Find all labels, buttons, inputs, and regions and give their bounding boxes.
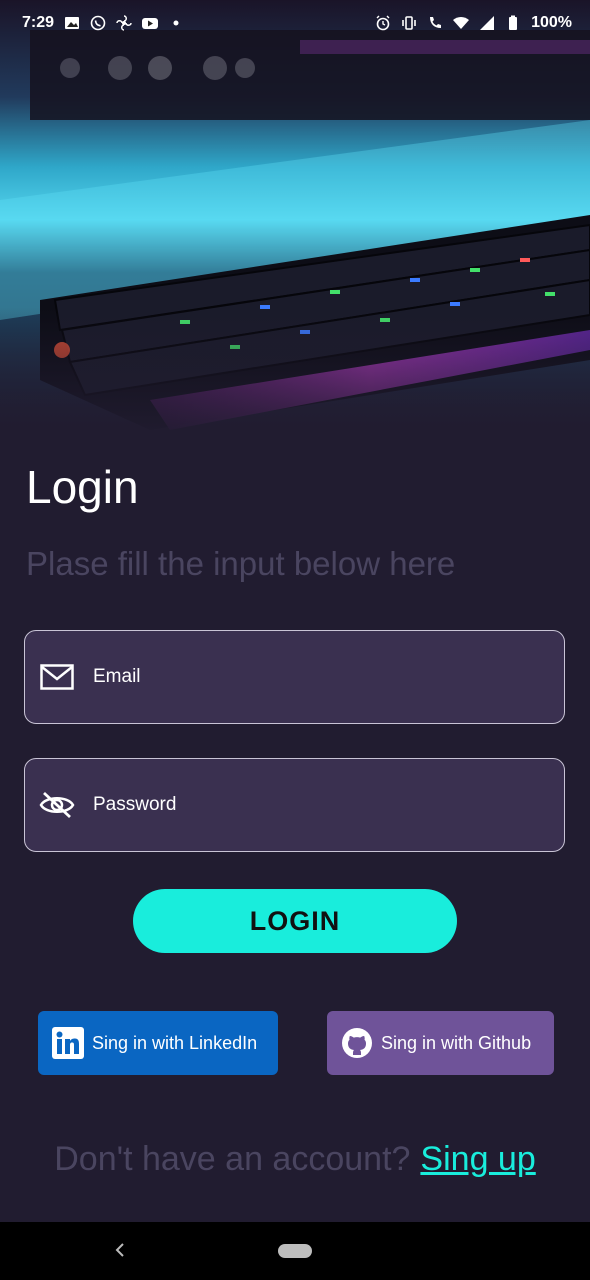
battery-icon	[505, 15, 521, 31]
github-signin-button[interactable]: Sing in with Github	[327, 1011, 554, 1075]
login-screen: 7:29 100% Login Plase fill the input bel…	[0, 0, 590, 1280]
github-signin-label: Sing in with Github	[381, 1032, 532, 1053]
hero-keyboard-image	[0, 0, 590, 440]
signal-icon	[479, 15, 495, 31]
alarm-icon	[375, 15, 391, 31]
github-icon	[341, 1027, 373, 1059]
signup-link[interactable]: Sing up	[420, 1140, 535, 1178]
status-time: 7:29	[22, 14, 55, 31]
image-icon	[64, 15, 80, 31]
dot-icon	[168, 15, 184, 31]
signup-question: Don't have an account?	[54, 1140, 411, 1178]
vibrate-icon	[401, 15, 417, 31]
password-input[interactable]	[91, 793, 515, 817]
fan-icon	[116, 15, 132, 31]
navigation-bar	[0, 1222, 590, 1280]
status-bar: 7:29 100%	[0, 0, 590, 46]
signup-row: Don't have an account? Sing up	[0, 1140, 590, 1179]
linkedin-signin-button[interactable]: Sing in with LinkedIn	[38, 1011, 278, 1075]
email-input[interactable]	[91, 665, 515, 689]
mail-icon	[39, 662, 75, 692]
wifi-icon	[453, 15, 470, 31]
home-pill-icon[interactable]	[278, 1244, 312, 1258]
linkedin-icon	[52, 1027, 84, 1059]
eye-off-icon[interactable]	[39, 790, 75, 820]
email-field[interactable]	[24, 630, 565, 724]
page-title: Login	[26, 461, 139, 513]
volte-call-icon	[427, 15, 443, 31]
whatsapp-icon	[90, 15, 106, 31]
page-subtitle: Plase fill the input below here	[26, 545, 456, 582]
linkedin-signin-label: Sing in with LinkedIn	[92, 1032, 258, 1053]
status-battery: 100%	[531, 14, 572, 31]
login-button[interactable]: LOGIN	[133, 889, 457, 953]
youtube-icon	[142, 15, 159, 31]
back-icon[interactable]	[112, 1238, 128, 1262]
password-field[interactable]	[24, 758, 565, 852]
status-right: 100%	[375, 14, 572, 32]
status-left: 7:29	[22, 14, 184, 32]
